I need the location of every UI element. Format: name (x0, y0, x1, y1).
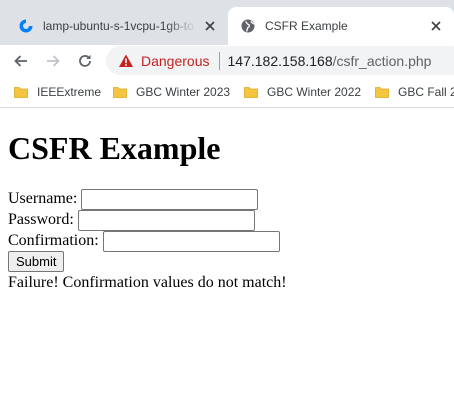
forward-arrow-icon (47, 55, 60, 67)
confirmation-input[interactable] (102, 230, 280, 252)
page-heading: CSFR Example (8, 130, 221, 166)
tab-lamp-ubuntu[interactable]: lamp-ubuntu-s-1vcpu-1gb-to (0, 7, 228, 45)
reload-button[interactable] (73, 49, 97, 73)
submit-row: Submit (8, 251, 446, 272)
tab-csfr-example[interactable]: CSFR Example (228, 7, 454, 45)
username-input[interactable] (81, 188, 259, 210)
bookmark-label: IEEExtreme (37, 85, 102, 99)
page-content: CSFR Example Username: Password: Confirm… (0, 108, 454, 409)
bookmarks-bar: IEEExtreme GBC Winter 2023 GBC Winter 20… (0, 77, 454, 108)
close-icon[interactable] (428, 18, 444, 34)
security-status[interactable]: Dangerous (141, 53, 210, 69)
username-row: Username: (8, 188, 446, 210)
folder-icon (14, 87, 28, 98)
bookmark-label: GBC Winter 2023 (136, 85, 231, 99)
url-path: /csfr_action.php (332, 52, 432, 69)
warning-icon[interactable] (118, 53, 134, 69)
folder-icon (375, 87, 389, 98)
close-icon[interactable] (202, 18, 218, 34)
back-button[interactable] (9, 49, 33, 73)
submit-button[interactable]: Submit (8, 251, 65, 272)
browser-window: lamp-ubuntu-s-1vcpu-1gb-to CSFR Example (0, 0, 454, 409)
digitalocean-icon (18, 18, 34, 34)
password-label: Password: (8, 211, 74, 228)
tab-strip: lamp-ubuntu-s-1vcpu-1gb-to CSFR Example (0, 0, 454, 45)
bookmark-folder-gbc-winter-2022[interactable]: GBC Winter 2022 (244, 77, 361, 107)
bookmark-folder-ieeextreme[interactable]: IEEExtreme (14, 77, 101, 107)
bookmark-folder-gbc-fall-2022[interactable]: GBC Fall 2022 (375, 77, 454, 107)
bookmark-folder-gbc-winter-2023[interactable]: GBC Winter 2023 (113, 77, 230, 107)
bookmark-label: GBC Fall 2022 (398, 85, 454, 99)
password-row: Password: (8, 209, 446, 231)
folder-icon (244, 87, 258, 98)
folder-icon (113, 87, 127, 98)
reload-icon (79, 54, 91, 67)
status-message: Failure! Confirmation values do not matc… (8, 274, 287, 291)
url-host: 147.182.158.168 (227, 52, 333, 69)
confirmation-label: Confirmation: (8, 232, 99, 249)
address-bar[interactable]: Dangerous 147.182.158.168/csfr_action.ph… (106, 46, 454, 75)
tab-title: CSFR Example (265, 19, 348, 33)
username-label: Username: (8, 190, 78, 207)
tab-title: lamp-ubuntu-s-1vcpu-1gb-to (43, 19, 194, 33)
password-input[interactable] (77, 209, 255, 231)
forward-button[interactable] (41, 49, 65, 73)
back-arrow-icon (14, 55, 27, 67)
bookmark-label: GBC Winter 2022 (267, 85, 362, 99)
globe-icon (240, 18, 256, 34)
confirmation-row: Confirmation: (8, 230, 446, 252)
toolbar: Dangerous 147.182.158.168/csfr_action.ph… (0, 45, 454, 77)
omnibox-divider (218, 51, 220, 70)
